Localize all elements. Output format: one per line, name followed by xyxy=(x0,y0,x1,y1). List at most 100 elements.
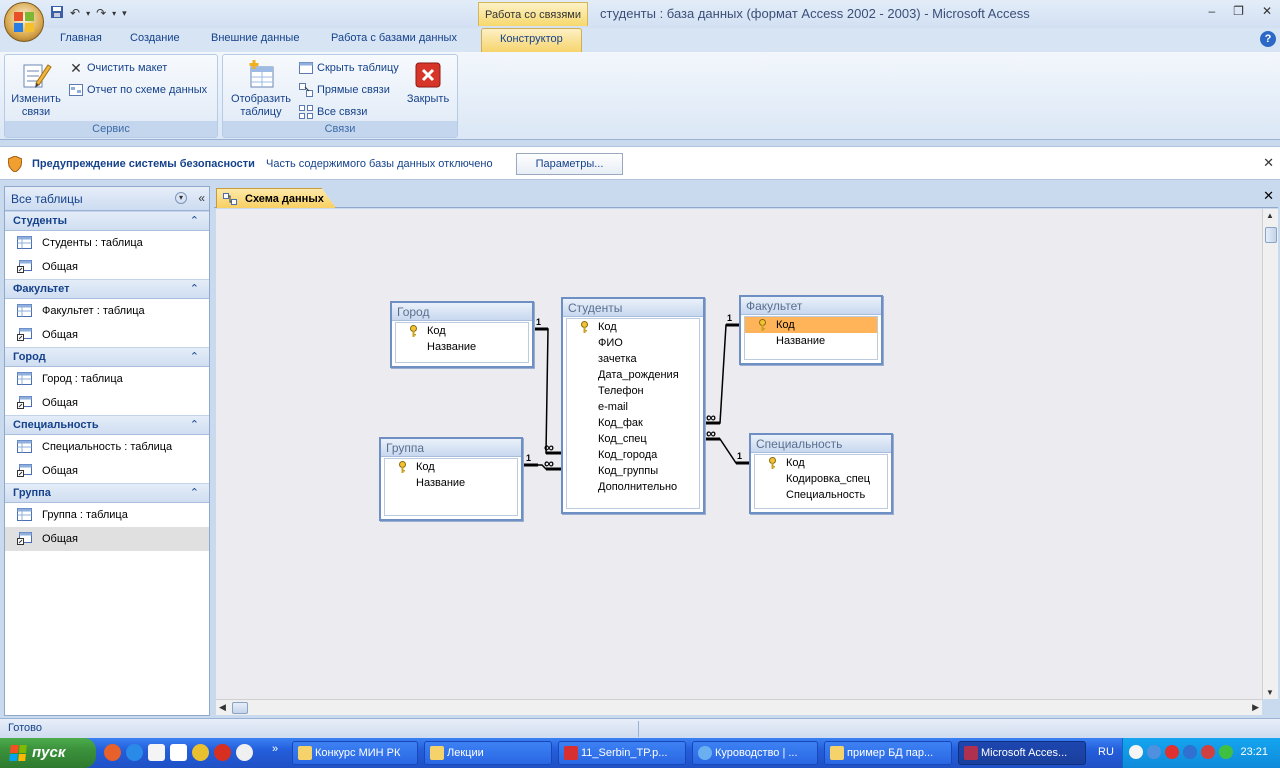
security-center-icon[interactable] xyxy=(1201,745,1215,759)
tab-create[interactable]: Создание xyxy=(130,32,180,44)
group-collapse-icon[interactable]: ⌃ xyxy=(190,418,199,431)
scroll-thumb[interactable] xyxy=(1265,227,1277,243)
nav-item-table[interactable]: Факультет : таблица xyxy=(5,299,209,323)
nav-item-general[interactable]: Общая xyxy=(5,323,209,347)
nav-item-table[interactable]: Специальность : таблица xyxy=(5,435,209,459)
field-row[interactable]: ФИО xyxy=(567,335,699,351)
nav-dropdown-icon[interactable]: ▾ xyxy=(175,192,187,204)
scroll-right-icon[interactable]: ▶ xyxy=(1252,702,1259,713)
show-table-button[interactable]: Отобразить таблицу xyxy=(227,59,295,123)
field-row[interactable]: Код_фак xyxy=(567,415,699,431)
close-relations-button[interactable]: Закрыть xyxy=(401,59,455,123)
mail-icon[interactable] xyxy=(214,744,231,761)
nav-item-general[interactable]: Общая xyxy=(5,527,209,551)
scroll-thumb[interactable] xyxy=(232,702,248,714)
customize-qat-icon[interactable]: ▾ xyxy=(122,8,127,19)
field-row[interactable]: Специальность xyxy=(755,487,887,503)
quicklaunch-more-icon[interactable]: » xyxy=(272,743,278,755)
group-collapse-icon[interactable]: ⌃ xyxy=(190,214,199,227)
close-message-bar-icon[interactable]: ✕ xyxy=(1263,155,1274,171)
clear-layout-button[interactable]: ✕ Очистить макет xyxy=(69,59,167,77)
table-box-title[interactable]: Город xyxy=(392,303,532,321)
group-collapse-icon[interactable]: ⌃ xyxy=(190,350,199,363)
tray-app-icon[interactable] xyxy=(1129,745,1143,759)
field-row[interactable]: Код xyxy=(755,455,887,471)
scroll-up-icon[interactable]: ▲ xyxy=(1266,211,1274,220)
relationships-canvas[interactable]: 1 ∞ 1 ∞ 1 ∞ ∞ 1 Город Код Название Групп… xyxy=(216,209,1262,699)
edit-relations-button[interactable]: Изменить связи xyxy=(7,59,65,123)
redo-icon[interactable]: ↷ xyxy=(96,6,106,20)
table-box-gruppa[interactable]: Группа Код Название xyxy=(379,437,523,521)
direct-relations-button[interactable]: Прямые связи xyxy=(299,81,390,99)
tab-home[interactable]: Главная xyxy=(60,32,102,44)
field-row[interactable]: Код xyxy=(385,459,517,475)
tab-relationships[interactable]: Схема данных xyxy=(216,188,336,208)
table-box-title[interactable]: Группа xyxy=(381,439,521,457)
relation-report-button[interactable]: Отчет по схеме данных xyxy=(69,81,207,99)
nav-group-fakultet[interactable]: Факультет ⌃ xyxy=(5,279,209,299)
horizontal-scrollbar[interactable]: ◀ ▶ xyxy=(216,699,1262,715)
field-row[interactable]: Дата_рождения xyxy=(567,367,699,383)
field-row[interactable]: Код_города xyxy=(567,447,699,463)
restore-icon[interactable]: ❐ xyxy=(1233,4,1244,18)
nav-item-general[interactable]: Общая xyxy=(5,391,209,415)
start-button[interactable]: пуск xyxy=(0,738,96,768)
nav-item-table[interactable]: Город : таблица xyxy=(5,367,209,391)
taskbar-button[interactable]: Лекции xyxy=(424,741,552,765)
undo-dropdown-icon[interactable]: ▾ xyxy=(86,9,90,18)
field-row[interactable]: Кодировка_спец xyxy=(755,471,887,487)
taskbar-button[interactable]: пример БД пар... xyxy=(824,741,952,765)
undo-icon[interactable]: ↶ xyxy=(70,6,80,20)
relation-line-city[interactable] xyxy=(534,328,562,454)
table-box-gorod[interactable]: Город Код Название xyxy=(390,301,534,368)
help-icon[interactable]: ? xyxy=(1260,31,1276,47)
table-box-studenty[interactable]: Студенты Код ФИО зачетка Дата_рождения Т… xyxy=(561,297,705,514)
nav-group-gruppa[interactable]: Группа ⌃ xyxy=(5,483,209,503)
nav-header[interactable]: Все таблицы ▾ « xyxy=(5,187,209,211)
save-icon[interactable] xyxy=(50,5,64,22)
close-document-icon[interactable]: ✕ xyxy=(1263,188,1274,204)
minimize-icon[interactable]: ‒ xyxy=(1208,4,1215,18)
field-row[interactable]: Код xyxy=(396,323,528,339)
nav-item-table[interactable]: Группа : таблица xyxy=(5,503,209,527)
field-row[interactable]: Название xyxy=(745,333,877,349)
field-row[interactable]: Код_спец xyxy=(567,431,699,447)
nav-group-specialnost[interactable]: Специальность ⌃ xyxy=(5,415,209,435)
group-collapse-icon[interactable]: ⌃ xyxy=(190,486,199,499)
field-row[interactable]: e-mail xyxy=(567,399,699,415)
nav-group-studenty[interactable]: Студенты ⌃ xyxy=(5,211,209,231)
taskbar-button[interactable]: Куроводство | ... xyxy=(692,741,818,765)
scroll-down-icon[interactable]: ▼ xyxy=(1266,688,1274,697)
settings-icon[interactable] xyxy=(236,744,253,761)
field-row[interactable]: Код xyxy=(567,319,699,335)
nav-group-gorod[interactable]: Город ⌃ xyxy=(5,347,209,367)
nav-item-general[interactable]: Общая xyxy=(5,255,209,279)
bluetooth-icon[interactable] xyxy=(1183,745,1197,759)
group-collapse-icon[interactable]: ⌃ xyxy=(190,282,199,295)
table-box-title[interactable]: Факультет xyxy=(741,297,881,315)
calendar-icon[interactable] xyxy=(170,744,187,761)
vertical-scrollbar[interactable]: ▲ ▼ xyxy=(1262,209,1278,699)
scroll-left-icon[interactable]: ◀ xyxy=(219,702,226,713)
ie-icon[interactable] xyxy=(126,744,143,761)
nav-collapse-icon[interactable]: « xyxy=(198,191,205,205)
nav-item-table[interactable]: Студенты : таблица xyxy=(5,231,209,255)
options-button[interactable]: Параметры... xyxy=(516,153,623,175)
table-box-fakultet[interactable]: Факультет Код Название xyxy=(739,295,883,365)
table-box-specialnost[interactable]: Специальность Код Кодировка_спец Специал… xyxy=(749,433,893,514)
nav-item-general[interactable]: Общая xyxy=(5,459,209,483)
tab-database-tools[interactable]: Работа с базами данных xyxy=(331,32,457,44)
update-icon[interactable] xyxy=(1219,745,1233,759)
field-row[interactable]: Дополнительно xyxy=(567,479,699,495)
word-icon[interactable] xyxy=(148,744,165,761)
tab-external-data[interactable]: Внешние данные xyxy=(211,32,299,44)
antivirus-icon[interactable] xyxy=(1165,745,1179,759)
field-row-selected[interactable]: Код xyxy=(745,317,877,333)
language-indicator[interactable]: RU xyxy=(1098,746,1114,758)
field-row[interactable]: Код_группы xyxy=(567,463,699,479)
office-button[interactable] xyxy=(4,2,44,42)
close-icon[interactable]: ✕ xyxy=(1262,4,1272,18)
network-icon[interactable] xyxy=(1147,745,1161,759)
field-row[interactable]: Название xyxy=(385,475,517,491)
tab-designer[interactable]: Конструктор xyxy=(481,28,582,52)
